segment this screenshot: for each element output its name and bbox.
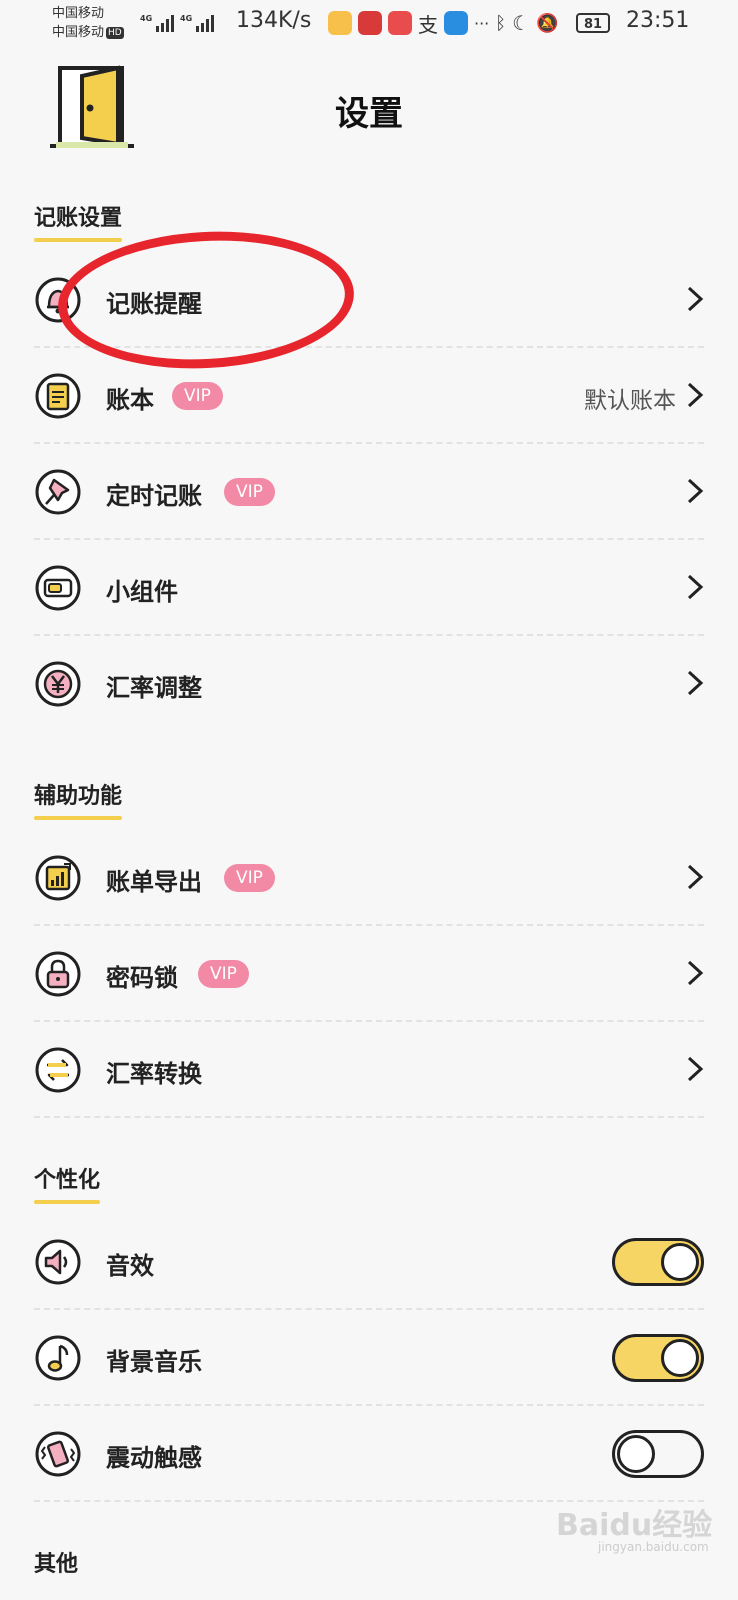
row-bookkeeping-reminder[interactable]: 记账提醒: [34, 252, 704, 348]
divider: [34, 1116, 704, 1118]
row-vibration: 震动触感: [34, 1406, 704, 1502]
row-label: 震动触感: [106, 1444, 202, 1472]
section-title-personalize: 个性化: [34, 1162, 101, 1204]
sound-effect-toggle[interactable]: [612, 1238, 704, 1286]
row-scheduled-bookkeeping[interactable]: 定时记账 VIP: [34, 444, 704, 540]
row-currency-convert[interactable]: 汇率转换: [34, 1022, 704, 1118]
chevron-right-icon: [687, 478, 704, 504]
widget-icon: [35, 565, 81, 611]
row-label: 背景音乐: [106, 1348, 202, 1376]
svg-text:4G: 4G: [140, 14, 152, 23]
toggle-knob: [661, 1243, 699, 1281]
yen-icon: [35, 661, 81, 707]
chevron-right-icon: [687, 670, 704, 696]
battery-icon: 81: [576, 13, 610, 33]
row-label: 定时记账: [106, 482, 202, 510]
app-notification-icon: [328, 11, 352, 35]
vip-badge: VIP: [198, 960, 249, 988]
watermark: Baidu经验: [556, 1508, 713, 1543]
watermark-url: jingyan.baidu.com: [598, 1540, 709, 1554]
chevron-right-icon: [687, 382, 704, 408]
row-label: 密码锁: [106, 964, 178, 992]
network-speed: 134K/s: [236, 8, 312, 33]
vip-badge: VIP: [172, 382, 223, 410]
vip-badge: VIP: [224, 864, 275, 892]
row-label: 账单导出: [106, 868, 202, 896]
vibrate-icon: [35, 1431, 81, 1477]
music-note-icon: [35, 1335, 81, 1381]
row-label: 记账提醒: [106, 290, 202, 318]
notification-icons: 支 ··· ᛒ ☾ 🔕: [328, 10, 559, 37]
chevron-right-icon: [687, 286, 704, 312]
carrier-1: 中国移动: [52, 6, 105, 21]
row-background-music: 背景音乐: [34, 1310, 704, 1406]
export-chart-icon: [35, 855, 81, 901]
section-title-assist: 辅助功能: [34, 778, 123, 820]
carrier-info: 中国移动 中国移动 HD: [52, 4, 124, 42]
row-label: 音效: [106, 1252, 154, 1280]
status-bar: 中国移动 中国移动 HD 4G 4G 134K/s 支 ··· ᛒ ☾ 🔕 81 …: [0, 0, 738, 50]
row-widget[interactable]: 小组件: [34, 540, 704, 636]
moon-icon: ☾: [512, 11, 531, 35]
signal-icon-2: 4G: [180, 14, 214, 32]
bluetooth-icon: ᛒ: [495, 12, 507, 34]
row-label: 账本: [106, 386, 154, 414]
ledger-value: 默认账本: [584, 388, 676, 414]
more-icon: ···: [474, 13, 490, 33]
row-label: 小组件: [106, 578, 178, 606]
section-title-other: 其他: [34, 1552, 79, 1577]
toggle-knob: [661, 1339, 699, 1377]
pin-icon: [35, 469, 81, 515]
row-label: 汇率调整: [106, 674, 202, 702]
svg-text:4G: 4G: [180, 14, 192, 23]
speaker-icon: [35, 1239, 81, 1285]
vip-badge: VIP: [224, 478, 275, 506]
row-label: 汇率转换: [106, 1060, 202, 1088]
alipay-icon: 支: [418, 12, 438, 37]
page-title: 设置: [335, 94, 403, 134]
row-bill-export[interactable]: 账单导出 VIP: [34, 830, 704, 926]
exchange-icon: [35, 1047, 81, 1093]
chevron-right-icon: [687, 864, 704, 890]
chevron-right-icon: [687, 574, 704, 600]
carrier-2: 中国移动: [52, 25, 105, 40]
bell-icon: [35, 277, 81, 323]
hd-badge: HD: [106, 26, 124, 39]
background-music-toggle[interactable]: [612, 1334, 704, 1382]
clock: 23:51: [626, 8, 690, 33]
row-exchange-rate-adjust[interactable]: 汇率调整: [34, 636, 704, 732]
lock-icon: [35, 951, 81, 997]
signal-icon: 4G: [140, 14, 174, 32]
cat-app-icon: [444, 11, 468, 35]
chevron-right-icon: [687, 1056, 704, 1082]
row-sound-effect: 音效: [34, 1214, 704, 1310]
row-ledger[interactable]: 账本 VIP 默认账本: [34, 348, 704, 444]
row-password-lock[interactable]: 密码锁 VIP: [34, 926, 704, 1022]
section-title-bookkeeping: 记账设置: [34, 200, 123, 242]
book-app-icon: [388, 11, 412, 35]
vibration-toggle[interactable]: [612, 1430, 704, 1478]
chevron-right-icon: [687, 960, 704, 986]
mute-bell-icon: 🔕: [536, 12, 559, 34]
gift-app-icon: [358, 11, 382, 35]
toggle-knob: [617, 1435, 655, 1473]
ledger-icon: [35, 373, 81, 419]
